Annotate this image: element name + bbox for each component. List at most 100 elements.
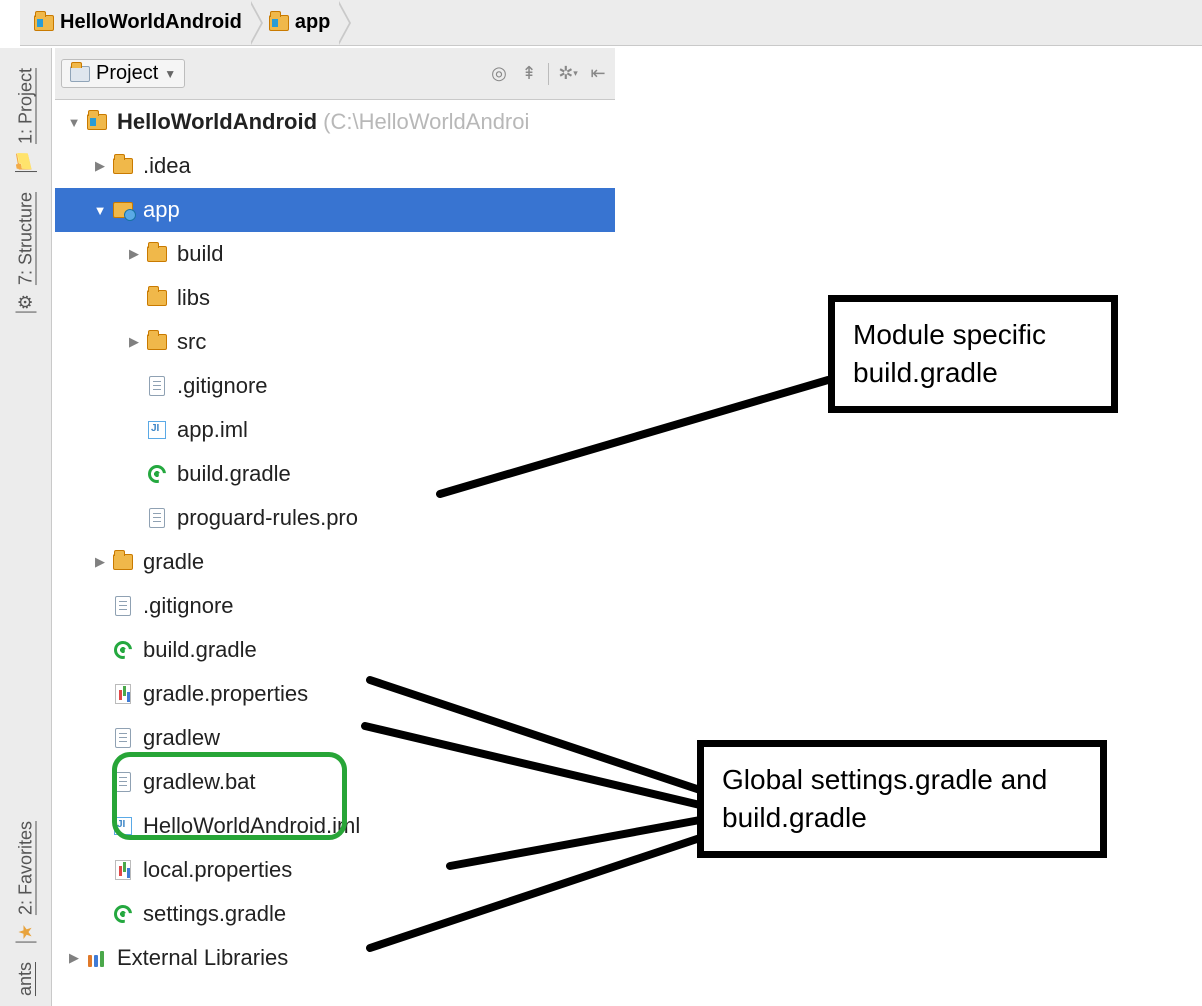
file-icon [115,772,131,792]
folder-icon [113,158,133,174]
tree-node-gradlew[interactable]: ▶ gradlew [55,716,615,760]
tree-label: settings.gradle [143,901,286,927]
hide-icon[interactable]: ⇤ [587,63,609,85]
tree-node-build[interactable]: ▶ build [55,232,615,276]
folder-icon [269,15,289,31]
tree-label: build.gradle [177,461,291,487]
tree-label: build [177,241,223,267]
side-tab-favorites[interactable]: ★ 2: Favorites [15,821,37,942]
gradle-file-icon [114,641,132,659]
tree-label: app [143,197,180,223]
tree-node-settings-gradle[interactable]: ▶ settings.gradle [55,892,615,936]
folder-icon [113,554,133,570]
file-icon [149,508,165,528]
tree-node-proguard[interactable]: ▶ proguard-rules.pro [55,496,615,540]
gradle-file-icon [148,465,166,483]
project-tree: ▼ HelloWorldAndroid (C:\HelloWorldAndroi… [55,100,615,980]
tree-label: gradlew.bat [143,769,256,795]
folder-icon [147,334,167,350]
file-icon [115,728,131,748]
file-icon [149,376,165,396]
breadcrumb-bar: HelloWorldAndroid app [20,0,1202,46]
tree-node-build-gradle-app[interactable]: ▶ build.gradle [55,452,615,496]
side-tab-project[interactable]: 📁 1: Project [15,68,37,172]
tree-label: gradle [143,549,204,575]
breadcrumb-separator-icon [339,1,351,45]
tree-label: HelloWorldAndroid (C:\HelloWorldAndroi [117,109,529,135]
tree-label: libs [177,285,210,311]
tree-node-app-iml[interactable]: ▶ app.iml [55,408,615,452]
tree-node-local-properties[interactable]: ▶ local.properties [55,848,615,892]
target-icon[interactable]: ◎ [488,63,510,85]
tree-node-app[interactable]: ▼ app [55,188,615,232]
tree-node-external-libraries[interactable]: ▶ External Libraries [55,936,615,980]
properties-file-icon [115,860,131,880]
expand-arrow-icon[interactable]: ▶ [125,334,143,350]
annotation-module-build-gradle: Module specific build.gradle [828,295,1118,413]
file-icon [115,596,131,616]
tree-node-gradle[interactable]: ▶ gradle [55,540,615,584]
libraries-icon [88,949,106,967]
tree-label: proguard-rules.pro [177,505,358,531]
tree-node-gradle-properties[interactable]: ▶ gradle.properties [55,672,615,716]
tree-node-idea[interactable]: ▶ .idea [55,144,615,188]
tree-label: gradlew [143,725,220,751]
favorites-tab-icon: ★ [15,920,36,942]
project-tab-icon: 📁 [15,150,37,172]
gear-icon[interactable]: ✲▾ [557,63,579,85]
tree-label: build.gradle [143,637,257,663]
side-tab-structure[interactable]: ⚙ 7: Structure [15,192,37,312]
side-tab-ants[interactable]: ants [15,962,36,996]
folder-icon [147,290,167,306]
expand-arrow-icon[interactable]: ▶ [65,950,83,966]
expand-arrow-icon[interactable]: ▶ [125,246,143,262]
folder-icon [147,246,167,262]
separator [548,63,549,85]
tree-node-src[interactable]: ▶ src [55,320,615,364]
side-tab-favorites-label: 2: Favorites [15,821,36,915]
structure-tab-icon: ⚙ [15,291,36,313]
gradle-file-icon [114,905,132,923]
tree-label: gradle.properties [143,681,308,707]
breadcrumb-separator-icon [251,1,263,45]
tree-label: HelloWorldAndroid.iml [143,813,360,839]
side-tab-project-label: 1: Project [15,68,36,144]
module-icon [113,202,133,218]
tree-node-build-gradle-root[interactable]: ▶ build.gradle [55,628,615,672]
breadcrumb-root[interactable]: HelloWorldAndroid [28,0,252,45]
tree-node-gitignore-root[interactable]: ▶ .gitignore [55,584,615,628]
expand-arrow-icon[interactable]: ▶ [91,158,109,174]
project-header-actions: ◎ ⇞ ✲▾ ⇤ [488,63,609,85]
tree-node-project-iml[interactable]: ▶ HelloWorldAndroid.iml [55,804,615,848]
tree-node-gitignore-app[interactable]: ▶ .gitignore [55,364,615,408]
tree-label: .gitignore [177,373,268,399]
tree-label: External Libraries [117,945,288,971]
side-tab-ants-label: ants [15,962,36,996]
tree-label: local.properties [143,857,292,883]
side-tab-structure-label: 7: Structure [15,192,36,285]
project-selector-icon [70,66,90,82]
project-view-label: Project [96,62,158,85]
tree-node-libs[interactable]: ▶ libs [55,276,615,320]
collapse-all-icon[interactable]: ⇞ [518,63,540,85]
breadcrumb-app[interactable]: app [263,0,341,45]
breadcrumb-app-label: app [295,11,331,34]
expand-arrow-icon[interactable]: ▼ [65,115,83,130]
tree-label: src [177,329,206,355]
expand-arrow-icon[interactable]: ▼ [91,203,109,218]
tree-node-root[interactable]: ▼ HelloWorldAndroid (C:\HelloWorldAndroi [55,100,615,144]
breadcrumb-root-label: HelloWorldAndroid [60,11,242,34]
tree-node-gradlew-bat[interactable]: ▶ gradlew.bat [55,760,615,804]
iml-file-icon [114,817,132,835]
chevron-down-icon: ▼ [164,67,176,81]
iml-file-icon [148,421,166,439]
tree-label: .gitignore [143,593,234,619]
side-tab-strip: 📁 1: Project ⚙ 7: Structure ★ 2: Favorit… [0,48,52,1006]
annotation-global-gradle: Global settings.gradle and build.gradle [697,740,1107,858]
project-tool-header: Project ▼ ◎ ⇞ ✲▾ ⇤ [55,48,615,100]
expand-arrow-icon[interactable]: ▶ [91,554,109,570]
tree-label: .idea [143,153,191,179]
project-folder-icon [87,114,107,130]
project-view-selector[interactable]: Project ▼ [61,59,185,88]
folder-icon [34,15,54,31]
